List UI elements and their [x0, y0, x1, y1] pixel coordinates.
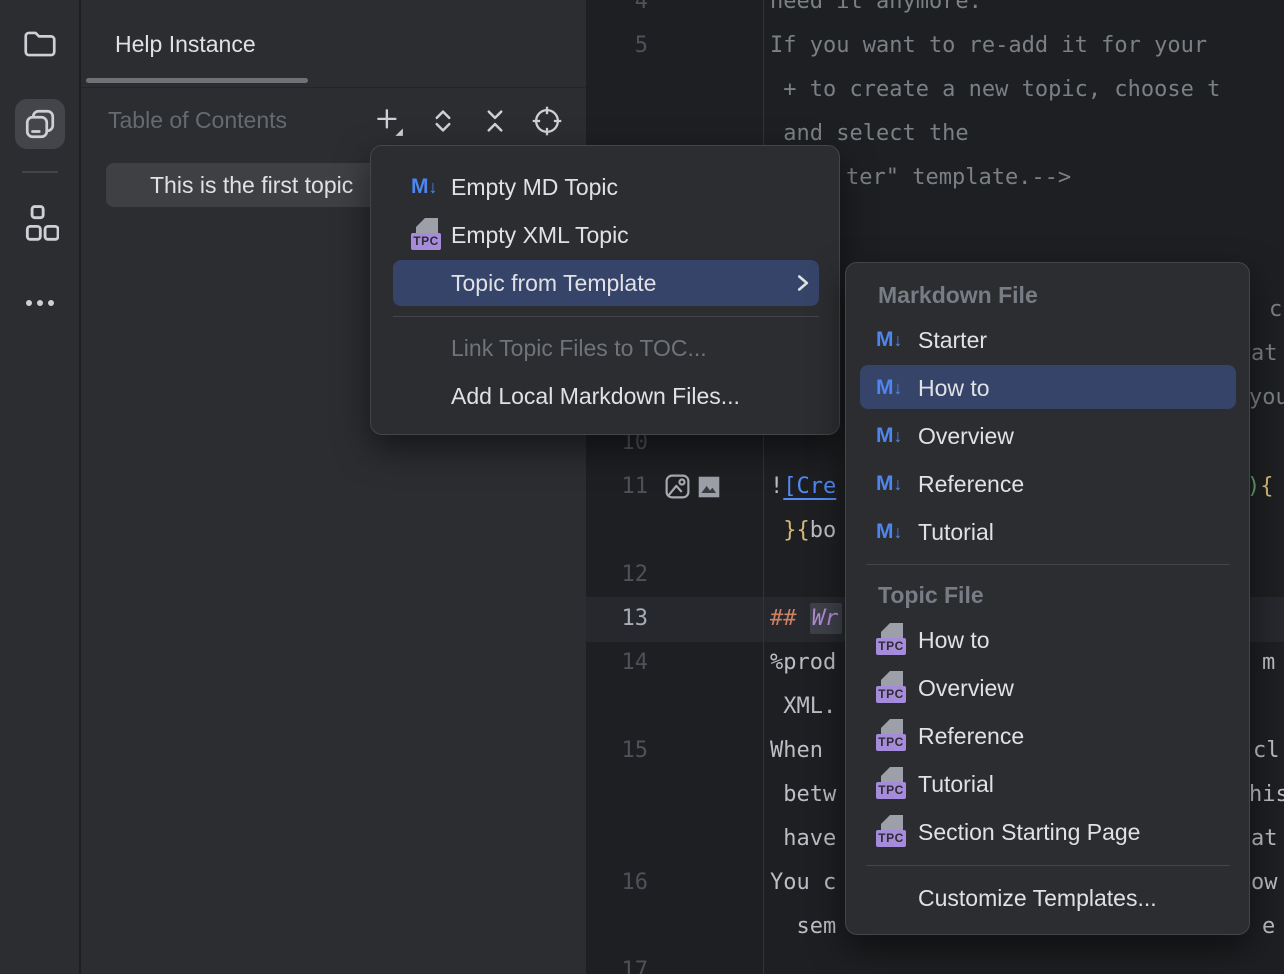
code-line-5: If you want to re-add it for your: [770, 24, 1207, 68]
line-number: 17: [586, 949, 648, 974]
code-fragment: cl: [1253, 729, 1280, 773]
menu-item-empty-md-topic[interactable]: M↓ Empty MD Topic: [371, 163, 839, 211]
markdown-file-icon: M↓: [876, 424, 918, 448]
markdown-file-icon: M↓: [876, 520, 918, 544]
markdown-file-icon: M↓: [876, 328, 918, 352]
line-number: 16: [586, 861, 648, 905]
active-tab-underline: [86, 78, 308, 83]
code-line-16: You c: [770, 861, 836, 905]
project-folder-icon[interactable]: [21, 25, 59, 63]
submenu-header-topic-file: Topic File: [878, 582, 984, 609]
markdown-link: [Cre: [783, 474, 836, 499]
activity-bar-divider: [22, 171, 58, 173]
code-line-15-wrap2: have: [770, 817, 836, 861]
image-preview-icon[interactable]: [696, 474, 722, 505]
line-number: 11: [586, 465, 648, 509]
collapse-all-button[interactable]: [478, 104, 512, 138]
expand-all-button[interactable]: [426, 104, 460, 138]
code-line-11-wrap: }{bo: [770, 509, 836, 553]
locate-open-file-button[interactable]: [530, 104, 564, 138]
code-line-5-wrap1: + to create a new topic, choose t: [770, 68, 1220, 112]
submenu-item-md-reference[interactable]: M↓ Reference: [846, 460, 1249, 508]
topic-file-icon: TPC: [876, 719, 918, 753]
markdown-file-icon: M↓: [876, 376, 918, 400]
menu-separator: [393, 316, 819, 317]
toc-tree-item-selected[interactable]: This is the first topic: [106, 163, 396, 207]
submenu-item-tpc-how-to[interactable]: TPC How to: [846, 616, 1249, 664]
code-fragment: you: [1249, 376, 1284, 420]
menu-separator: [866, 564, 1230, 565]
code-line-5-wrap3: ter" template.-->: [846, 156, 1071, 200]
topic-file-icon: TPC: [876, 671, 918, 705]
code-line-16-wrap: sem: [770, 905, 836, 949]
submenu-item-customize-templates[interactable]: Customize Templates...: [846, 874, 1249, 922]
line-number: 15: [586, 729, 648, 773]
topic-file-icon: TPC: [411, 218, 451, 252]
line-number: 12: [586, 553, 648, 597]
line-number: 14: [586, 641, 648, 685]
template-submenu: Markdown File M↓ Starter M↓ How to M↓ Ov…: [845, 262, 1250, 935]
code-line-4: need it anymore.: [770, 0, 982, 24]
topic-file-icon: TPC: [876, 767, 918, 801]
heading-text: Wr: [810, 603, 843, 634]
code-line-13: ## Wr: [770, 597, 842, 641]
submenu-item-md-tutorial[interactable]: M↓ Tutorial: [846, 508, 1249, 556]
line-number-current: 13: [586, 597, 648, 641]
code-fragment: e: [1262, 905, 1275, 949]
writerside-window: Help Instance Table of Contents: [0, 0, 1284, 974]
code-fragment: ow: [1251, 861, 1278, 905]
code-fragment: m: [1262, 641, 1275, 685]
line-number: 4: [586, 0, 648, 24]
code-fragment: his: [1249, 773, 1284, 817]
submenu-item-tpc-reference[interactable]: TPC Reference: [846, 712, 1249, 760]
submenu-item-md-how-to[interactable]: M↓ How to: [846, 364, 1249, 412]
code-fragment: at: [1251, 817, 1278, 861]
code-line-15-wrap1: betw: [770, 773, 836, 817]
submenu-item-tpc-tutorial[interactable]: TPC Tutorial: [846, 760, 1249, 808]
topic-file-icon: TPC: [876, 815, 918, 849]
menu-item-add-local-markdown-files[interactable]: Add Local Markdown Files...: [371, 372, 839, 420]
submenu-item-tpc-section-starting-page[interactable]: TPC Section Starting Page: [846, 808, 1249, 856]
panel-tab-help-instance[interactable]: Help Instance: [115, 31, 256, 58]
code-line-11-end: ){: [1247, 465, 1274, 509]
toc-tree-item-label: This is the first topic: [150, 172, 353, 199]
image-outline-icon[interactable]: [663, 472, 692, 506]
submenu-header-markdown-file: Markdown File: [878, 282, 1038, 309]
menu-item-topic-from-template[interactable]: Topic from Template: [371, 259, 839, 307]
panel-header: Help Instance: [81, 0, 586, 88]
submenu-chevron-icon: [796, 272, 809, 294]
menu-separator: [866, 865, 1230, 866]
activity-bar: [0, 0, 80, 974]
topic-file-icon: TPC: [876, 623, 918, 657]
menu-item-link-topic-files[interactable]: Link Topic Files to TOC...: [371, 324, 839, 372]
markdown-file-icon: M↓: [411, 175, 451, 199]
add-topic-context-menu: M↓ Empty MD Topic TPC Empty XML Topic To…: [370, 145, 840, 435]
code-line-14-wrap: XML.: [770, 685, 836, 729]
code-fragment: c: [1269, 288, 1282, 332]
menu-item-empty-xml-topic[interactable]: TPC Empty XML Topic: [371, 211, 839, 259]
submenu-item-md-overview[interactable]: M↓ Overview: [846, 412, 1249, 460]
code-fragment: at: [1251, 332, 1278, 376]
structure-icon[interactable]: [21, 203, 59, 245]
toc-section-label: Table of Contents: [108, 107, 287, 134]
code-line-14: %prod: [770, 641, 836, 685]
editor-tabs-icon[interactable]: [22, 106, 58, 142]
more-tool-windows-icon[interactable]: [22, 293, 58, 313]
code-line-15: When: [770, 729, 823, 773]
add-topic-button[interactable]: [372, 104, 406, 138]
line-number: 5: [586, 24, 648, 68]
markdown-file-icon: M↓: [876, 472, 918, 496]
submenu-item-tpc-overview[interactable]: TPC Overview: [846, 664, 1249, 712]
submenu-item-md-starter[interactable]: M↓ Starter: [846, 316, 1249, 364]
code-line-11: ![Cre: [770, 465, 836, 509]
